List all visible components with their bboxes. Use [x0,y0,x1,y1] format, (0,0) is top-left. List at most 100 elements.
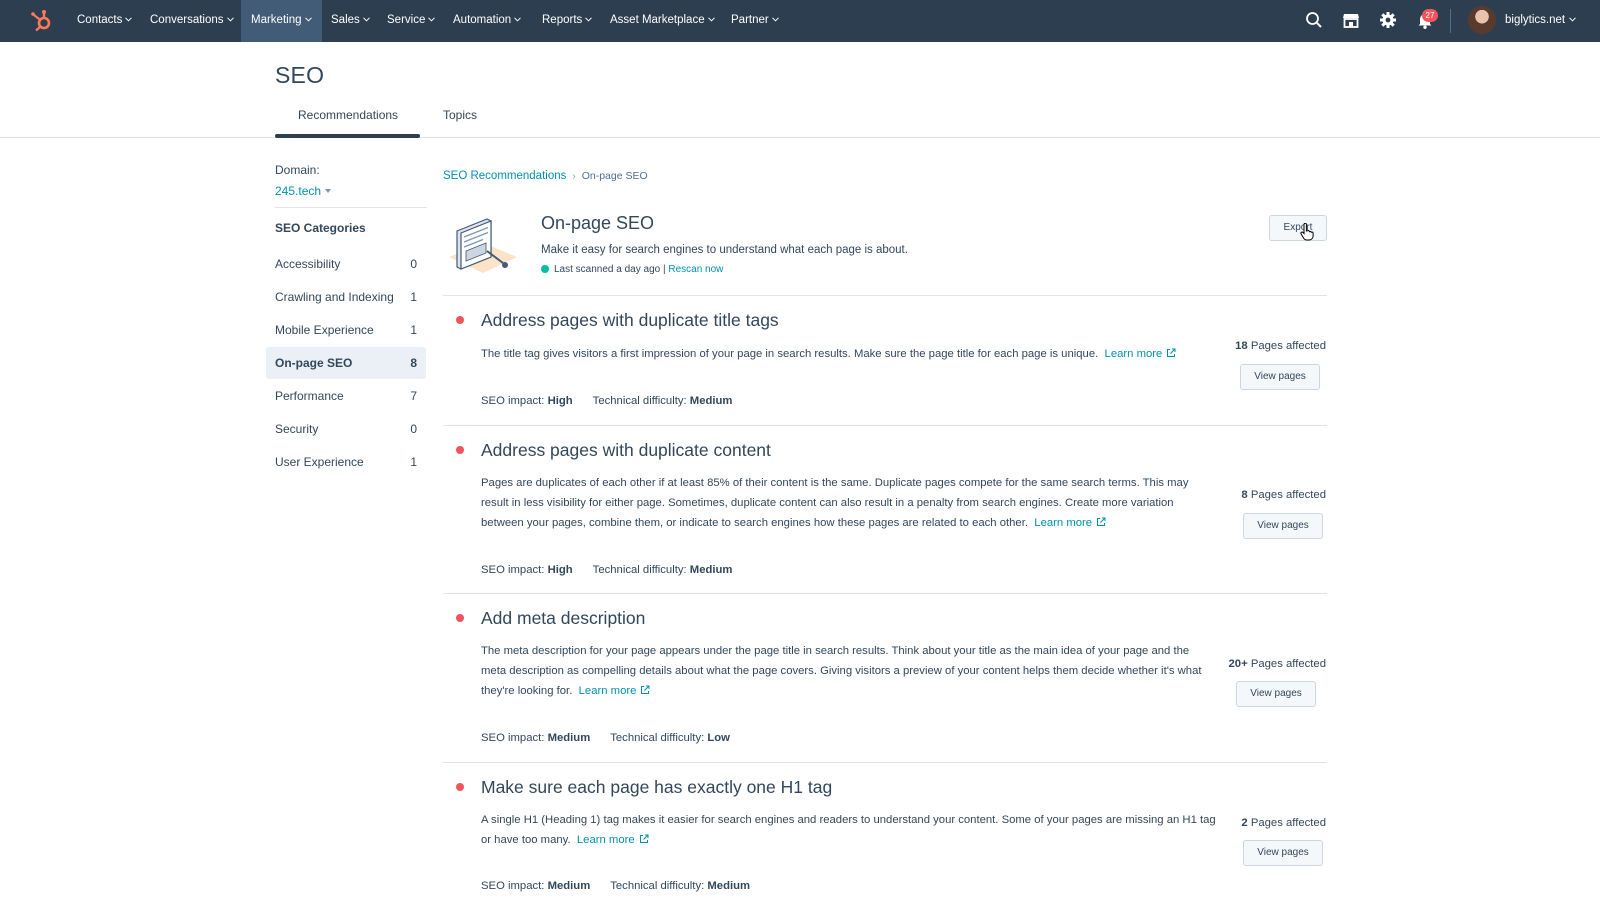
sprocket-logo-icon[interactable] [28,8,54,34]
learn-more-link[interactable]: Learn more [1105,348,1177,360]
page-title: SEO [275,62,325,88]
breadcrumb-current: On-page SEO [581,170,648,182]
recommendation-meta: SEO impact: Medium Technical difficulty: … [481,880,751,892]
sidebar-item-accessibility[interactable]: Accessibility 0 [266,248,426,280]
chevron-right-icon: › [572,171,576,182]
nav-item-automation[interactable]: Automation [453,0,522,42]
nav-item-marketing[interactable]: Marketing [241,0,322,42]
recommendation-title: Address pages with duplicate content [481,440,771,460]
hero-description: Make it easy for search engines to under… [541,244,908,256]
seo-impact-value: High [547,395,573,407]
recommendation-meta: SEO impact: Medium Technical difficulty: … [481,732,730,744]
chevron-down-icon [771,17,779,22]
view-pages-button[interactable]: View pages [1243,840,1323,866]
sidebar-item-mobile-experience[interactable]: Mobile Experience 1 [266,314,426,346]
sidebar-item-security[interactable]: Security 0 [266,413,426,445]
caret-down-icon [325,189,332,193]
breadcrumb-seo-recommendations-link[interactable]: SEO Recommendations [443,170,566,182]
learn-more-link[interactable]: Learn more [577,834,649,846]
view-pages-button[interactable]: View pages [1243,513,1323,539]
export-button[interactable]: Export [1269,215,1327,241]
nav-item-service[interactable]: Service [387,0,436,42]
priority-dot-icon [456,446,464,454]
scan-separator: | [662,264,666,275]
nav-divider [1450,9,1451,33]
learn-more-link[interactable]: Learn more [1034,517,1106,529]
recommendation-meta: SEO impact: High Technical difficulty: Me… [481,395,733,407]
category-count: 0 [410,422,417,436]
recommendation-title: Make sure each page has exactly one H1 t… [481,777,833,797]
breadcrumb: SEO Recommendations › On-page SEO [443,170,648,182]
recommendation-description: A single H1 (Heading 1) tag makes it eas… [481,814,1216,846]
recommendation-description: The meta description for your page appea… [481,645,1202,697]
chevron-down-icon [304,17,312,22]
sidebar-item-on-page-seo[interactable]: On-page SEO 8 [266,347,426,379]
notification-count-badge: 27 [1422,9,1438,22]
difficulty-value: Medium [689,395,733,407]
avatar[interactable] [1468,6,1496,34]
domain-label: Domain: [275,163,320,177]
nav-item-conversations[interactable]: Conversations [150,0,234,42]
chevron-down-icon [226,17,234,22]
chevron-down-icon [428,17,436,22]
scan-status: Last scanned a day ago | Rescan now [541,264,723,275]
recommendation-title: Add meta description [481,608,646,628]
category-count: 1 [410,290,417,304]
chevron-down-icon [707,17,715,22]
section-divider [443,425,1327,426]
external-link-icon [641,685,650,694]
category-count: 8 [410,356,417,370]
mouse-pointer-icon [1300,223,1314,241]
seo-categories-heading: SEO Categories [275,221,366,235]
chevron-down-icon [585,17,593,22]
sidebar-item-crawling-and-indexing[interactable]: Crawling and Indexing 1 [266,281,426,313]
pages-affected: 18 Pages affected [1235,340,1326,352]
account-menu[interactable]: biglytics.net [1505,0,1576,42]
section-divider [443,762,1327,763]
pages-affected: 20+ Pages affected [1228,658,1326,670]
section-divider [443,295,1327,296]
active-tab-indicator [275,134,420,138]
on-page-seo-illustration [449,218,517,273]
chevron-down-icon [362,17,370,22]
nav-item-partner[interactable]: Partner [731,0,779,42]
view-pages-button[interactable]: View pages [1240,364,1320,390]
hero-title: On-page SEO [541,213,655,233]
recommendation-description: Pages are duplicates of each other if at… [481,477,1189,529]
top-navigation-bar: Contacts Conversations Marketing Sales S… [0,0,1600,42]
tab-recommendations[interactable]: Recommendations [298,108,398,122]
chevron-down-icon [1569,17,1576,22]
pages-affected: 8 Pages affected [1241,489,1326,501]
sidebar-item-user-experience[interactable]: User Experience 1 [266,446,426,478]
priority-dot-icon [456,316,464,324]
seo-impact-value: Medium [547,880,591,892]
external-link-icon [1167,348,1176,357]
marketplace-icon[interactable] [1341,10,1361,30]
learn-more-link[interactable]: Learn more [579,685,651,697]
difficulty-value: Medium [689,564,733,576]
tab-topics[interactable]: Topics [443,108,477,122]
recommendation-meta: SEO impact: High Technical difficulty: Me… [481,564,733,576]
section-divider [443,593,1327,594]
recommendation-description: The title tag gives visitors a first imp… [481,344,1216,364]
status-dot-icon [541,265,549,273]
pages-affected: 2 Pages affected [1241,817,1326,829]
recommendation-title: Address pages with duplicate title tags [481,310,779,330]
gear-icon[interactable] [1378,10,1398,30]
view-pages-button[interactable]: View pages [1236,681,1316,707]
seo-impact-value: High [547,564,573,576]
scan-status-text: Last scanned a day ago [554,264,661,275]
nav-item-asset-marketplace[interactable]: Asset Marketplace [610,0,715,42]
external-link-icon [1097,517,1106,526]
sidebar-item-performance[interactable]: Performance 7 [266,380,426,412]
difficulty-value: Low [707,732,730,744]
search-icon[interactable] [1304,10,1324,30]
domain-selector[interactable]: 245.tech [275,184,332,198]
nav-item-sales[interactable]: Sales [331,0,370,42]
priority-dot-icon [456,614,464,622]
rescan-now-link[interactable]: Rescan now [668,264,723,275]
nav-item-reports[interactable]: Reports [542,0,593,42]
category-count: 1 [410,455,417,469]
nav-item-contacts[interactable]: Contacts [77,0,133,42]
category-count: 1 [410,323,417,337]
